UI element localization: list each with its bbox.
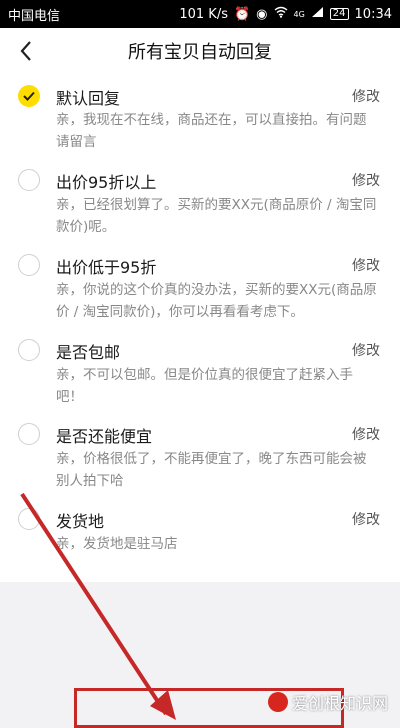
radio-checked[interactable] (18, 85, 40, 107)
edit-button[interactable]: 修改 (352, 170, 380, 190)
reply-item-default[interactable]: 默认回复 修改 亲，我现在不在线，商品还在，可以直接拍。有问题请留言 (0, 74, 400, 160)
watermark: 爱创根知识网 (268, 690, 388, 714)
alarm-icon: ⏰ (233, 6, 251, 22)
reply-item-below-95[interactable]: 出价低于95折 修改 亲，你说的这个价真的没办法，买新的要XX元(商品原价 / … (0, 246, 400, 332)
reply-title: 出价低于95折 (56, 258, 157, 277)
reply-desc: 亲，已经很划算了。买新的要XX元(商品原价 / 淘宝同款价)呢。 (56, 197, 377, 235)
watermark-text: 爱创根知识网 (292, 694, 389, 713)
back-button[interactable] (12, 36, 40, 66)
edit-button[interactable]: 修改 (352, 86, 380, 106)
radio-unchecked[interactable] (18, 254, 40, 276)
reply-desc: 亲，不可以包邮。但是价位真的很便宜了赶紧入手吧！ (56, 367, 353, 405)
edit-button[interactable]: 修改 (352, 509, 380, 529)
edit-button[interactable]: 修改 (352, 424, 380, 444)
reply-title: 是否还能便宜 (56, 427, 153, 446)
check-icon (23, 91, 35, 101)
reply-title: 是否包邮 (56, 343, 121, 362)
reply-item-above-95[interactable]: 出价95折以上 修改 亲，已经很划算了。买新的要XX元(商品原价 / 淘宝同款价… (0, 160, 400, 246)
reply-item-ship-from[interactable]: 发货地 修改 亲，发货地是驻马店 (0, 504, 400, 582)
signal-icon (311, 6, 324, 22)
battery-icon: 24 (329, 8, 349, 20)
reply-title: 发货地 (56, 512, 105, 531)
network-speed: 101 K/s (179, 6, 228, 22)
reply-title: 默认回复 (56, 89, 121, 108)
carrier-label: 中国电信 (8, 8, 61, 24)
clock: 10:34 (354, 6, 392, 22)
eye-icon: ◉ (256, 6, 268, 22)
radio-unchecked[interactable] (18, 508, 40, 530)
reply-title: 出价95折以上 (56, 173, 157, 192)
reply-list: 默认回复 修改 亲，我现在不在线，商品还在，可以直接拍。有问题请留言 出价95折… (0, 74, 400, 582)
edit-button[interactable]: 修改 (352, 255, 380, 275)
radio-unchecked[interactable] (18, 339, 40, 361)
radio-unchecked[interactable] (18, 169, 40, 191)
reply-desc: 亲，价格很低了，不能再便宜了，晚了东西可能会被别人拍下哈 (56, 451, 367, 489)
reply-item-free-shipping[interactable]: 是否包邮 修改 亲，不可以包邮。但是价位真的很便宜了赶紧入手吧！ (0, 332, 400, 418)
reply-desc: 亲，发货地是驻马店 (56, 536, 178, 552)
wifi-icon (274, 6, 288, 22)
reply-desc: 亲，我现在不在线，商品还在，可以直接拍。有问题请留言 (56, 112, 367, 150)
reply-item-cheaper[interactable]: 是否还能便宜 修改 亲，价格很低了，不能再便宜了，晚了东西可能会被别人拍下哈 (0, 418, 400, 504)
watermark-logo (268, 692, 288, 712)
network-type: 4G (293, 9, 305, 19)
page-title: 所有宝贝自动回复 (128, 42, 272, 63)
status-bar: 中国电信 101 K/s ⏰ ◉ 4G 24 10:34 (0, 0, 400, 28)
reply-desc: 亲，你说的这个价真的没办法，买新的要XX元(商品原价 / 淘宝同款价)，你可以再… (56, 282, 377, 320)
radio-unchecked[interactable] (18, 423, 40, 445)
chevron-left-icon (20, 41, 31, 61)
edit-button[interactable]: 修改 (352, 340, 380, 360)
status-indicators: 101 K/s ⏰ ◉ 4G 24 10:34 (179, 6, 392, 22)
nav-bar: 所有宝贝自动回复 (0, 28, 400, 74)
